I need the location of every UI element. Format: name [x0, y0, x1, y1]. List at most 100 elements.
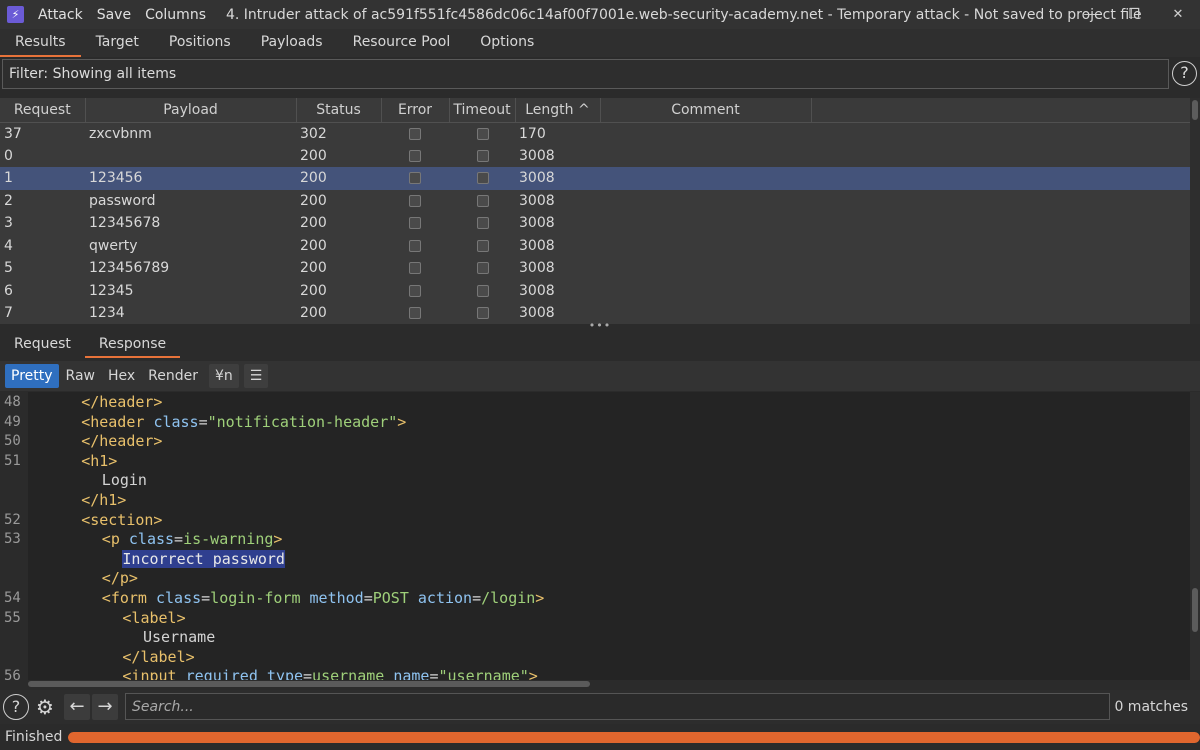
code-text: </header> [81, 393, 162, 413]
line-number: 49 [4, 413, 21, 430]
timeout-checkbox [477, 194, 489, 207]
code-token: "username" [438, 667, 529, 680]
table-row[interactable]: 4 qwerty 200 3008 [0, 234, 1190, 257]
column-header-timeout[interactable]: Timeout [449, 98, 516, 123]
results-scroll-thumb[interactable] [1192, 100, 1198, 120]
code-token: <form [101, 589, 156, 607]
results-scrollbar[interactable] [1190, 98, 1200, 324]
cell-length: 3008 [515, 257, 600, 280]
search-input[interactable] [125, 693, 1110, 720]
table-row[interactable]: 2 password 200 3008 [0, 189, 1190, 212]
editor-hscroll-thumb[interactable] [28, 681, 590, 687]
column-header-status[interactable]: Status [296, 98, 382, 123]
burp-app-icon: ⚡ [7, 6, 24, 23]
search-help-icon[interactable]: ? [3, 694, 29, 720]
render-button[interactable]: Render [142, 364, 204, 388]
tab-options[interactable]: Options [465, 29, 549, 57]
code-text: </p> [102, 569, 138, 589]
cell-error [381, 212, 449, 235]
gear-icon[interactable]: ⚙ [32, 694, 58, 720]
cell-comment [600, 122, 811, 145]
column-header-request[interactable]: Request [0, 98, 86, 123]
code-text: <section> [81, 511, 162, 531]
minimize-icon[interactable]: — [1068, 0, 1112, 29]
cell-payload: 12345678 [85, 212, 296, 235]
filter-bar[interactable]: Filter: Showing all items [2, 59, 1169, 89]
table-row[interactable]: 3 12345678 200 3008 [0, 212, 1190, 235]
cell-status: 200 [296, 234, 381, 257]
tab-results[interactable]: Results [0, 29, 81, 57]
cell-timeout [449, 279, 515, 302]
code-token: </h1> [81, 491, 127, 509]
error-checkbox [409, 217, 421, 230]
menu-columns[interactable]: Columns [145, 7, 206, 23]
timeout-checkbox [477, 262, 489, 275]
cell-filler [811, 302, 1190, 324]
pane-splitter[interactable]: ••• [0, 319, 1200, 332]
tab-request[interactable]: Request [0, 334, 85, 358]
code-token: class [153, 412, 199, 431]
raw-button[interactable]: Raw [60, 364, 101, 388]
tab-positions[interactable]: Positions [154, 29, 246, 57]
editor-scrollbar[interactable] [1190, 392, 1200, 680]
editor-horizontal-scrollbar[interactable] [28, 680, 1190, 688]
timeout-checkbox [477, 172, 489, 185]
code-text: Username [143, 628, 215, 648]
tab-resource-pool[interactable]: Resource Pool [338, 29, 466, 57]
menu-bar: Attack Save Columns [38, 7, 220, 23]
restore-icon[interactable]: ❐ [1112, 0, 1156, 29]
pretty-button[interactable]: Pretty [5, 364, 59, 388]
column-header-length[interactable]: Length ^ [515, 98, 601, 123]
code-token: = [303, 667, 313, 680]
close-icon[interactable]: ✕ [1156, 0, 1200, 29]
previous-match-icon[interactable]: ← [64, 694, 90, 720]
table-header-row: Request Payload Status Error Timeout Len… [0, 98, 1190, 123]
cell-timeout [449, 257, 515, 280]
menu-save[interactable]: Save [97, 7, 131, 23]
code-text: <form class=login-form method=POST actio… [102, 589, 545, 609]
error-checkbox [409, 127, 421, 140]
table-row[interactable]: 1 123456 200 3008 [0, 167, 1190, 190]
code-token: <section> [81, 510, 163, 529]
message-tabs: Request Response [0, 334, 1200, 358]
cell-comment [600, 234, 811, 257]
newline-toggle-button[interactable]: ¥n [209, 364, 239, 388]
code-token: <h1> [81, 451, 118, 470]
hex-button[interactable]: Hex [102, 364, 141, 388]
search-bar: ? ⚙ ← → 0 matches [0, 690, 1200, 724]
tab-target[interactable]: Target [81, 29, 154, 57]
cell-error [381, 279, 449, 302]
cell-length: 3008 [515, 234, 600, 257]
column-header-error[interactable]: Error [381, 98, 450, 123]
table-row[interactable]: 0 200 3008 [0, 144, 1190, 167]
cell-payload: password [85, 189, 296, 212]
menu-icon[interactable]: ☰ [243, 364, 269, 388]
tab-response[interactable]: Response [84, 334, 181, 358]
next-match-icon[interactable]: → [92, 694, 118, 720]
tab-payloads[interactable]: Payloads [246, 29, 338, 57]
cell-request: 1 [0, 167, 85, 190]
help-icon[interactable]: ? [1172, 61, 1197, 86]
window-controls: — ❐ ✕ [1068, 0, 1200, 29]
cell-status: 200 [296, 144, 381, 167]
code-text: </label> [122, 648, 194, 668]
column-header-comment[interactable]: Comment [600, 98, 812, 123]
table-row[interactable]: 6 12345 200 3008 [0, 279, 1190, 302]
table-row[interactable]: 37 zxcvbnm 302 170 [0, 122, 1190, 145]
code-text: Login [102, 471, 147, 491]
cell-error [381, 234, 449, 257]
line-number: 48 [4, 394, 21, 410]
cell-timeout [449, 167, 515, 190]
attack-progress-bar [68, 732, 1200, 743]
cell-payload: 123456 [85, 167, 296, 190]
code-token: > [397, 412, 407, 431]
code-token: > [273, 530, 283, 549]
error-checkbox [409, 307, 421, 320]
menu-attack[interactable]: Attack [38, 7, 83, 23]
line-number: 53 [4, 531, 21, 548]
timeout-checkbox [477, 307, 489, 320]
editor-scroll-thumb[interactable] [1192, 588, 1198, 632]
response-editor[interactable]: 48 </header> 49 <header class="notification… [0, 392, 1190, 680]
column-header-payload[interactable]: Payload [85, 98, 297, 123]
table-row[interactable]: 5 123456789 200 3008 [0, 257, 1190, 280]
